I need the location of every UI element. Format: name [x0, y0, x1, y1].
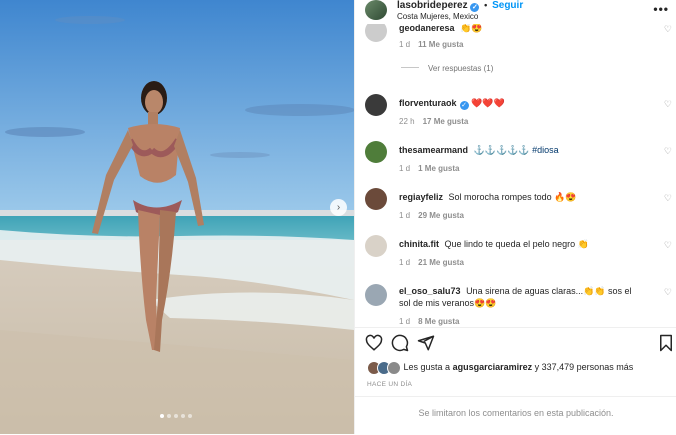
- heart-icon[interactable]: [365, 334, 383, 352]
- likes-count[interactable]: y 337,479 personas más: [535, 362, 634, 372]
- likes-prefix: Les gusta a: [403, 362, 451, 372]
- comment-icon[interactable]: [391, 334, 409, 352]
- comments-limited-notice: Se limitaron los comentarios en esta pub…: [355, 396, 676, 435]
- post-header: lasobrideperez ✓ • Seguir Costa Mujeres,…: [355, 0, 676, 24]
- heart-icon[interactable]: ♡: [664, 193, 672, 204]
- bookmark-icon[interactable]: [657, 334, 675, 352]
- comment-username[interactable]: thesamearmand: [399, 145, 468, 155]
- comment-text: 👏😍: [460, 24, 483, 33]
- carousel-next-button[interactable]: ›: [330, 199, 347, 216]
- comment-username[interactable]: florventuraok: [399, 98, 457, 108]
- likes-summary: Les gusta a agusgarciaramirez y 337,479 …: [367, 361, 634, 375]
- comment-hashtag[interactable]: #diosa: [532, 145, 559, 155]
- comment-time: 22 h: [399, 117, 415, 126]
- follow-button[interactable]: Seguir: [492, 0, 523, 11]
- comment-likes[interactable]: 17 Me gusta: [423, 117, 469, 126]
- comment-time: 1 d: [399, 164, 411, 173]
- comment-likes[interactable]: 11 Me gusta: [418, 40, 463, 49]
- comment-username[interactable]: regiayfeliz: [399, 192, 443, 202]
- post-side-panel: lasobrideperez ✓ • Seguir Costa Mujeres,…: [354, 0, 676, 434]
- comment-time: 1 d: [399, 211, 411, 220]
- heart-icon[interactable]: ♡: [664, 24, 672, 35]
- post-actions: [355, 327, 676, 358]
- view-replies-link[interactable]: Ver respuestas (1): [401, 64, 493, 73]
- comment-time: 1 d: [399, 40, 411, 49]
- commenter-avatar[interactable]: [365, 141, 387, 163]
- comment-text: ⚓⚓⚓⚓⚓: [473, 145, 530, 155]
- author-username[interactable]: lasobrideperez: [397, 0, 468, 11]
- comment-likes[interactable]: 29 Me gusta: [418, 211, 464, 220]
- comment-likes[interactable]: 21 Me gusta: [418, 258, 464, 267]
- carousel-dots: [160, 414, 192, 418]
- heart-icon[interactable]: ♡: [664, 240, 672, 251]
- post-date[interactable]: HACE UN DÍA: [367, 381, 412, 388]
- commenter-avatar[interactable]: [365, 188, 387, 210]
- share-icon[interactable]: [417, 334, 435, 352]
- commenter-avatar[interactable]: [365, 24, 387, 42]
- comment-username[interactable]: geodaneresa: [399, 24, 455, 33]
- comment-time: 1 d: [399, 317, 411, 326]
- verified-icon: ✓: [470, 3, 480, 12]
- commenter-avatar[interactable]: [365, 94, 387, 116]
- heart-icon[interactable]: ♡: [664, 99, 672, 110]
- likes-user[interactable]: agusgarciaramirez: [453, 362, 533, 372]
- comment-text: Que lindo te queda el pelo negro 👏: [444, 239, 589, 249]
- comment-likes[interactable]: 1 Me gusta: [418, 164, 459, 173]
- more-options-icon[interactable]: •••: [653, 2, 669, 16]
- liker-avatars[interactable]: [367, 361, 401, 375]
- comments-list[interactable]: geodaneresa 👏😍 ♡ 1 d 11 Me gusta Ver resp…: [355, 24, 676, 327]
- comment-time: 1 d: [399, 258, 411, 267]
- verified-icon: ✓: [459, 101, 469, 110]
- commenter-avatar[interactable]: [365, 284, 387, 306]
- comment-text: Sol morocha rompes todo 🔥😍: [448, 192, 577, 202]
- author-avatar[interactable]: [365, 0, 387, 20]
- comment-username[interactable]: el_oso_salu73: [399, 286, 461, 296]
- comment-text: ❤️❤️❤️: [471, 98, 505, 108]
- heart-icon[interactable]: ♡: [664, 287, 672, 298]
- commenter-avatar[interactable]: [365, 235, 387, 257]
- comment-username[interactable]: chinita.fit: [399, 239, 439, 249]
- post-photo[interactable]: ›: [0, 0, 354, 434]
- chevron-right-icon: ›: [336, 202, 341, 213]
- heart-icon[interactable]: ♡: [664, 146, 672, 157]
- post-location[interactable]: Costa Mujeres, Mexico: [397, 12, 478, 21]
- comment-likes[interactable]: 8 Me gusta: [418, 317, 459, 326]
